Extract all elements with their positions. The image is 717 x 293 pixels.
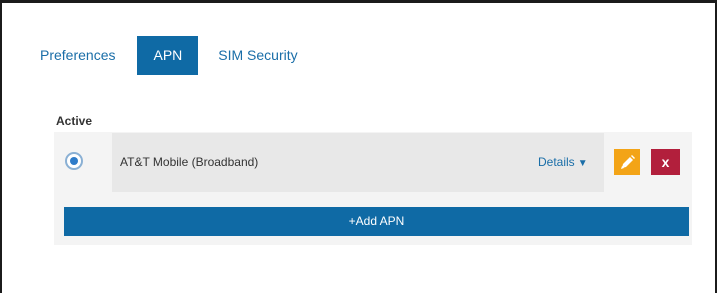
caret-down-icon: ▼ <box>577 158 588 169</box>
delete-apn-button[interactable]: x <box>651 149 680 175</box>
add-apn-button[interactable]: +Add APN <box>64 207 689 236</box>
tab-bar: Preferences APN SIM Security <box>29 36 310 75</box>
details-toggle[interactable]: Details ▼ <box>538 155 588 169</box>
tab-apn[interactable]: APN <box>137 36 199 75</box>
apn-name: AT&T Mobile (Broadband) <box>120 155 259 169</box>
pencil-icon <box>621 155 635 169</box>
close-icon: x <box>661 154 670 170</box>
edit-apn-button[interactable] <box>614 149 640 175</box>
active-heading: Active <box>56 114 93 128</box>
apn-select-radio[interactable] <box>65 152 83 170</box>
details-label: Details <box>538 155 575 169</box>
tab-preferences[interactable]: Preferences <box>29 36 137 75</box>
tab-sim-security[interactable]: SIM Security <box>206 36 309 75</box>
